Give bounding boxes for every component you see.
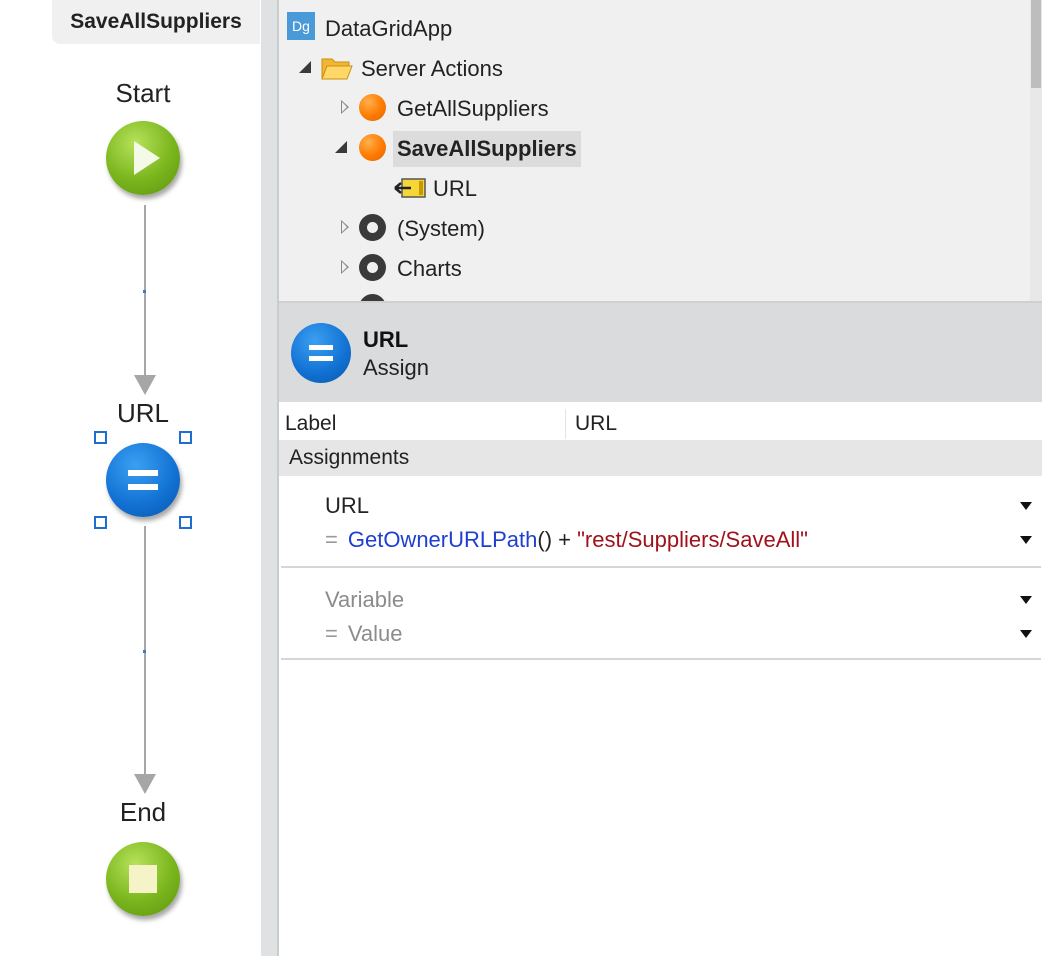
collapse-arrow-icon[interactable] [335, 141, 347, 153]
variable-dropdown-icon[interactable] [1020, 596, 1032, 604]
tree-root[interactable]: Dg DataGridApp [287, 10, 452, 46]
column-divider [565, 409, 566, 439]
expand-arrow-icon[interactable] [341, 260, 349, 274]
assignment-value[interactable]: = GetOwnerURLPath() + "rest/Suppliers/Sav… [325, 525, 808, 555]
connector-midpoint [143, 650, 146, 653]
expand-arrow-icon[interactable] [341, 220, 349, 234]
elements-tree[interactable]: Dg DataGridApp Server Actions GetAllSupp… [279, 0, 1042, 303]
tree-item-label: URL [433, 176, 478, 202]
label-property-key: Label [285, 412, 337, 435]
expression-operator: () + [537, 527, 578, 552]
equals-sign: = [325, 621, 338, 646]
connector-arrow-icon [134, 375, 156, 395]
label-property-value[interactable]: URL [575, 406, 617, 442]
properties-panel: Label URL Assignments URL = GetOwnerURLPa… [279, 402, 1042, 956]
function-name: GetOwnerURLPath [347, 527, 538, 552]
equals-icon [128, 470, 158, 490]
stop-icon [129, 865, 157, 893]
divider [281, 658, 1041, 660]
divider [281, 566, 1041, 568]
tree-scrollbar[interactable] [1030, 0, 1042, 301]
expand-arrow-icon[interactable] [341, 100, 349, 114]
new-assignment-value[interactable]: = Value [325, 619, 403, 649]
tree-item-label-selected: SaveAllSuppliers [393, 131, 581, 168]
tree-scrollbar-thumb[interactable] [1031, 0, 1041, 88]
tree-root-label: DataGridApp [325, 16, 453, 42]
label-property-row[interactable]: Label URL [279, 406, 1042, 442]
collapse-arrow-icon[interactable] [299, 61, 311, 73]
properties-header: URL Assign [279, 303, 1042, 402]
assign-node[interactable] [106, 443, 180, 517]
assignment-variable[interactable]: URL [325, 491, 369, 521]
tree-item-label: Charts [397, 256, 462, 282]
tree-item-saveallsuppliers[interactable]: SaveAllSuppliers [335, 130, 657, 168]
flow-tab-title[interactable]: SaveAllSuppliers [52, 0, 260, 44]
selection-handle-bottom-left[interactable] [94, 516, 107, 529]
server-action-icon [359, 94, 386, 121]
variable-dropdown-icon[interactable] [1020, 502, 1032, 510]
assign-element-icon [291, 323, 351, 383]
app-icon: Dg [287, 12, 315, 40]
module-reference-icon [359, 254, 386, 281]
tree-folder-label: Server Actions [361, 56, 503, 82]
connector-arrow-icon [134, 774, 156, 794]
start-node[interactable] [106, 121, 180, 195]
folder-open-icon [321, 58, 353, 80]
selection-handle-bottom-right[interactable] [179, 516, 192, 529]
properties-title: URL [363, 327, 409, 352]
tree-item-label: GetAllSuppliers [397, 96, 549, 122]
string-literal: "rest/Suppliers/SaveAll" [577, 527, 808, 552]
tree-item-partial[interactable] [337, 290, 657, 301]
value-dropdown-icon[interactable] [1020, 536, 1032, 544]
tree-item-url-variable[interactable]: URL [391, 170, 591, 206]
pane-splitter[interactable] [261, 0, 279, 956]
start-node-label: Start [115, 78, 171, 108]
module-reference-icon [359, 214, 386, 241]
end-node[interactable] [106, 842, 180, 916]
tree-item-label: (System) [397, 216, 485, 242]
selection-handle-top-right[interactable] [179, 431, 192, 444]
assign-node-label: URL [116, 398, 169, 428]
equals-icon [309, 345, 333, 361]
assignments-section-header: Assignments [279, 440, 1042, 476]
properties-subtitle: Assign [363, 355, 430, 380]
tree-item-system[interactable]: (System) [337, 210, 657, 246]
connector-midpoint [143, 290, 146, 293]
module-reference-icon [359, 294, 386, 301]
play-icon [134, 141, 160, 175]
tree-item-charts[interactable]: Charts [337, 250, 657, 286]
tree-item-getallsuppliers[interactable]: GetAllSuppliers [337, 90, 657, 126]
equals-sign: = [325, 527, 338, 552]
server-action-icon [359, 134, 386, 161]
tree-folder-server-actions[interactable]: Server Actions [297, 50, 597, 86]
flow-canvas[interactable]: SaveAllSuppliers Start URL End [0, 0, 261, 956]
local-variable-icon [394, 178, 426, 198]
value-placeholder: Value [347, 621, 403, 646]
end-node-label: End [119, 797, 167, 827]
new-assignment-variable[interactable]: Variable [325, 585, 404, 615]
value-dropdown-icon[interactable] [1020, 630, 1032, 638]
